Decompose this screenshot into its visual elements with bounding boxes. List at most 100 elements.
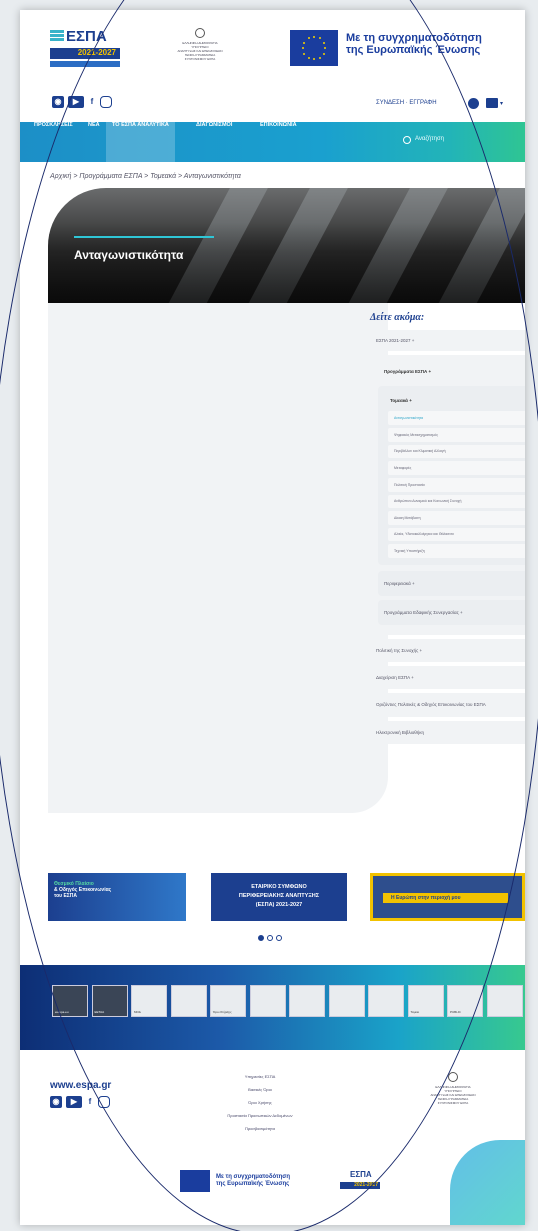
breadcrumb[interactable]: Αρχική > Προγράμματα ΕΣΠΑ > Τομεακά > Αν… (50, 173, 241, 180)
banner-line: ΠΕΡΙΦΕΡΕΙΑΚΗΣ ΑΝΑΠΤΥΞΗΣ (238, 893, 320, 899)
sidebar-item-programs[interactable]: Προγράμματα ΕΣΠΑ + (370, 357, 525, 386)
footer-social-links: ◉ ▶ f (50, 1096, 110, 1108)
sidebar-leaf-item[interactable]: Ανταγωνιστικότητα (388, 411, 525, 425)
logo-tag (50, 61, 120, 67)
sidebar-item-regional[interactable]: Περιφερειακά + (378, 571, 525, 596)
utility-bar: ◉ ▶ f ΣΥΝΔΕΣΗ · ΕΓΓΡΑΦΗ ▾ (20, 90, 525, 120)
sidebar-item-cohesion-policy[interactable]: Πολιτική της Συνοχής + (370, 639, 525, 662)
cofund-line: της Ευρωπαϊκής Ένωσης (346, 44, 481, 56)
sidebar-heading: Δείτε ακόμα: (370, 312, 425, 323)
nav-item-espa-detailed[interactable]: ΤΟ ΕΣΠΑ ΑΝΑΛΥΤΙΚΑ (106, 122, 175, 162)
page-title: Ανταγωνιστικότητα (74, 248, 184, 262)
facebook-icon[interactable]: f (86, 1096, 94, 1108)
screenshot-frame: ΕΣΠΑ 2021-2027 ΕΛΛΗΝΙΚΗ ΔΗΜΟΚΡΑΤΙΑ ΥΠΟΥΡ… (0, 0, 538, 1231)
main-content-card (48, 303, 388, 813)
login-link[interactable]: ΣΥΝΔΕΣΗ · ΕΓΓΡΑΦΗ (376, 100, 437, 106)
sidebar-leaves: Ανταγωνιστικότητα Ψηφιακός Μετασχηματισμό… (388, 411, 525, 558)
footer-link[interactable]: Προσβασιμότητα (205, 1126, 315, 1131)
banner-carousel: Θεσμικό Πλαίσιο & Οδηγός Επικοινωνίας το… (48, 873, 525, 923)
partner-logo[interactable] (289, 985, 325, 1017)
partner-logo-label: ΜΟΔ (134, 1010, 141, 1014)
search-icon[interactable] (403, 136, 411, 144)
partner-logos-strip: europa.eu ΕΕΤΑΑ ΜΟΔ Όροι Στήριξης Ταμείο PUBL… (20, 965, 525, 1050)
footer-link[interactable]: Βασικές Όροι (205, 1087, 315, 1092)
sidebar-leaf-item[interactable]: Ψηφιακός Μετασχηματισμός (388, 428, 525, 442)
partner-logo[interactable]: ΕΕΤΑΑ (91, 985, 128, 1017)
partner-logo-label: PUBLIC (450, 1010, 461, 1014)
sidebar-item-library[interactable]: Ηλεκτρονική Βιβλιοθήκη (370, 721, 525, 744)
carousel-dots (258, 935, 282, 941)
hero-accent-line (74, 236, 214, 238)
partner-logo[interactable]: Όροι Στήριξης (210, 985, 246, 1017)
sidebar-item-sectoral[interactable]: Τομεακά + (388, 394, 525, 411)
sidebar-leaf-item[interactable]: Αλιεία, Υδατοκαλλιέργεια και Θάλασσα (388, 528, 525, 541)
nav-item-tenders[interactable]: ΔΙΑΓΩΝΙΣΜΟΙ (196, 122, 232, 162)
facebook-icon[interactable]: f (88, 96, 96, 108)
partner-logo[interactable] (249, 985, 286, 1017)
sidebar-leaf-item[interactable]: Δίκαιη Μετάβαση (388, 511, 525, 525)
sidebar-leaf-item[interactable]: Μεταφορές (388, 461, 525, 475)
carousel-dot[interactable] (258, 935, 264, 941)
banner-line: του ΕΣΠΑ (54, 893, 78, 899)
carousel-dot[interactable] (276, 935, 282, 941)
footer-espa-logo[interactable]: ΕΣΠΑ 2021-2027 (340, 1170, 380, 1192)
instagram-icon[interactable] (100, 96, 112, 108)
partner-logo-label: Ταμείο (410, 1010, 420, 1014)
greek-crest-icon (448, 1072, 458, 1082)
web-page: ΕΣΠΑ 2021-2027 ΕΛΛΗΝΙΚΗ ΔΗΜΟΚΡΑΤΙΑ ΥΠΟΥΡ… (20, 10, 525, 1225)
sidebar-item-territorial[interactable]: Προγράμματα Εδαφικής Συνεργασίας + (378, 600, 525, 625)
language-flag-icon[interactable] (486, 98, 498, 108)
sidebar-item-espa-2021-2027[interactable]: ΕΣΠΑ 2021-2027 + (370, 330, 525, 351)
sidebar-leaf-item[interactable]: Περιβάλλον και Κλιματική Αλλαγή (388, 445, 525, 458)
footer-links: Υπηρεσίες ΕΣΠΑ Βασικές Όροι Όροι Χρήσης … (205, 1074, 315, 1139)
partner-logo[interactable] (328, 985, 365, 1017)
footer-cofund-text: Με τη συγχρηματοδότηση της Ευρωπαϊκής Έν… (216, 1174, 290, 1188)
partner-logo[interactable]: europa.eu (52, 985, 88, 1017)
sidebar-leaf-item[interactable]: Ανθρώπινο Δυναμικό και Κοινωνική Συνοχή (388, 495, 525, 508)
banner-line: Η Ευρώπη στην περιοχή μου (383, 893, 508, 903)
banner-line: ΕΤΑΙΡΙΚΟ ΣΥΜΦΩΝΟ (251, 884, 307, 890)
carousel-dot[interactable] (267, 935, 273, 941)
search-input[interactable]: Αναζήτηση (415, 136, 444, 142)
banner-partnership-agreement[interactable]: ΕΤΑΙΡΙΚΟ ΣΥΜΦΩΝΟ ΠΕΡΙΦΕΡΕΙΑΚΗΣ ΑΝΑΠΤΥΞΗΣ… (211, 873, 347, 921)
instagram-icon[interactable] (98, 1096, 110, 1108)
youtube-icon[interactable]: ▶ (68, 96, 84, 108)
partner-logo[interactable]: PUBLIC (447, 985, 483, 1017)
ministry-logo: ΕΛΛΗΝΙΚΗ ΔΗΜΟΚΡΑΤΙΑ ΥΠΟΥΡΓΕΙΟ ΑΝΑΠΤΥΞΗΣ … (155, 28, 245, 73)
nav-item-calls[interactable]: ΠΡΟΣΚΛΗΣΕΙΣ (34, 122, 73, 162)
partner-logo-label: ΕΕΤΑΑ (94, 1010, 105, 1014)
footer-link[interactable]: Προστασία Προσωπικών Δεδομένων (205, 1113, 315, 1118)
sidebar-leaf-item[interactable]: Τεχνική Υποστήριξη (388, 544, 525, 558)
sidebar-leaf-item[interactable]: Πολιτική Προστασία (388, 478, 525, 492)
banner-europe-in-my-region[interactable]: Η Ευρώπη στην περιοχή μου (370, 873, 525, 921)
eu-flag-icon (180, 1170, 210, 1192)
youtube-icon[interactable]: ▶ (66, 1096, 82, 1108)
footer-site-url[interactable]: www.espa.gr (50, 1080, 111, 1091)
sidebar-item-espa-management[interactable]: Διαχείριση ΕΣΠΑ + (370, 666, 525, 689)
main-nav: ΠΡΟΣΚΛΗΣΕΙΣ ΝΕΑ ΤΟ ΕΣΠΑ ΑΝΑΛΥΤΙΚΑ ΔΙΑΓΩΝ… (20, 122, 525, 162)
cofund-line: Με τη συγχρηματοδότηση (216, 1174, 291, 1180)
banner-communication-guide[interactable]: Θεσμικό Πλαίσιο & Οδηγός Επικοινωνίας το… (48, 873, 186, 921)
partner-logo-label: Όροι Στήριξης (213, 1010, 232, 1014)
ministry-line: ΣΥΝΤΟΝΙΣΜΟΥ ΕΣΠΑ (437, 1101, 469, 1105)
logo-text: ΕΣΠΑ (350, 1170, 372, 1179)
partner-logo[interactable] (170, 985, 207, 1017)
chevron-down-icon[interactable]: ▾ (500, 100, 503, 107)
sidebar-item-horizontal-policies[interactable]: Οριζόντιες Πολιτικές & Οδηγός Επικοινωνί… (370, 693, 525, 717)
logo-text: ΕΣΠΑ (66, 28, 107, 45)
partner-logo-label: europa.eu (55, 1010, 69, 1014)
user-icon[interactable] (468, 98, 479, 109)
rss-icon[interactable]: ◉ (50, 1096, 62, 1108)
espa-logo[interactable]: ΕΣΠΑ 2021-2027 (50, 28, 120, 73)
partner-logo[interactable]: ΜΟΔ (131, 985, 167, 1017)
partner-logo[interactable] (368, 985, 404, 1017)
nav-item-contact[interactable]: ΕΠΙΚΟΙΝΩΝΙΑ (260, 122, 297, 162)
footer-cofund: Με τη συγχρηματοδότηση της Ευρωπαϊκής Έν… (180, 1170, 430, 1200)
footer-link[interactable]: Υπηρεσίες ΕΣΠΑ (205, 1074, 315, 1079)
partner-logo[interactable]: Ταμείο (407, 985, 444, 1017)
rss-icon[interactable]: ◉ (52, 96, 64, 108)
nav-item-news[interactable]: ΝΕΑ (88, 122, 100, 162)
eu-flag-icon (290, 30, 338, 66)
partner-logo[interactable] (486, 985, 523, 1017)
footer-link[interactable]: Όροι Χρήσης (205, 1100, 315, 1105)
